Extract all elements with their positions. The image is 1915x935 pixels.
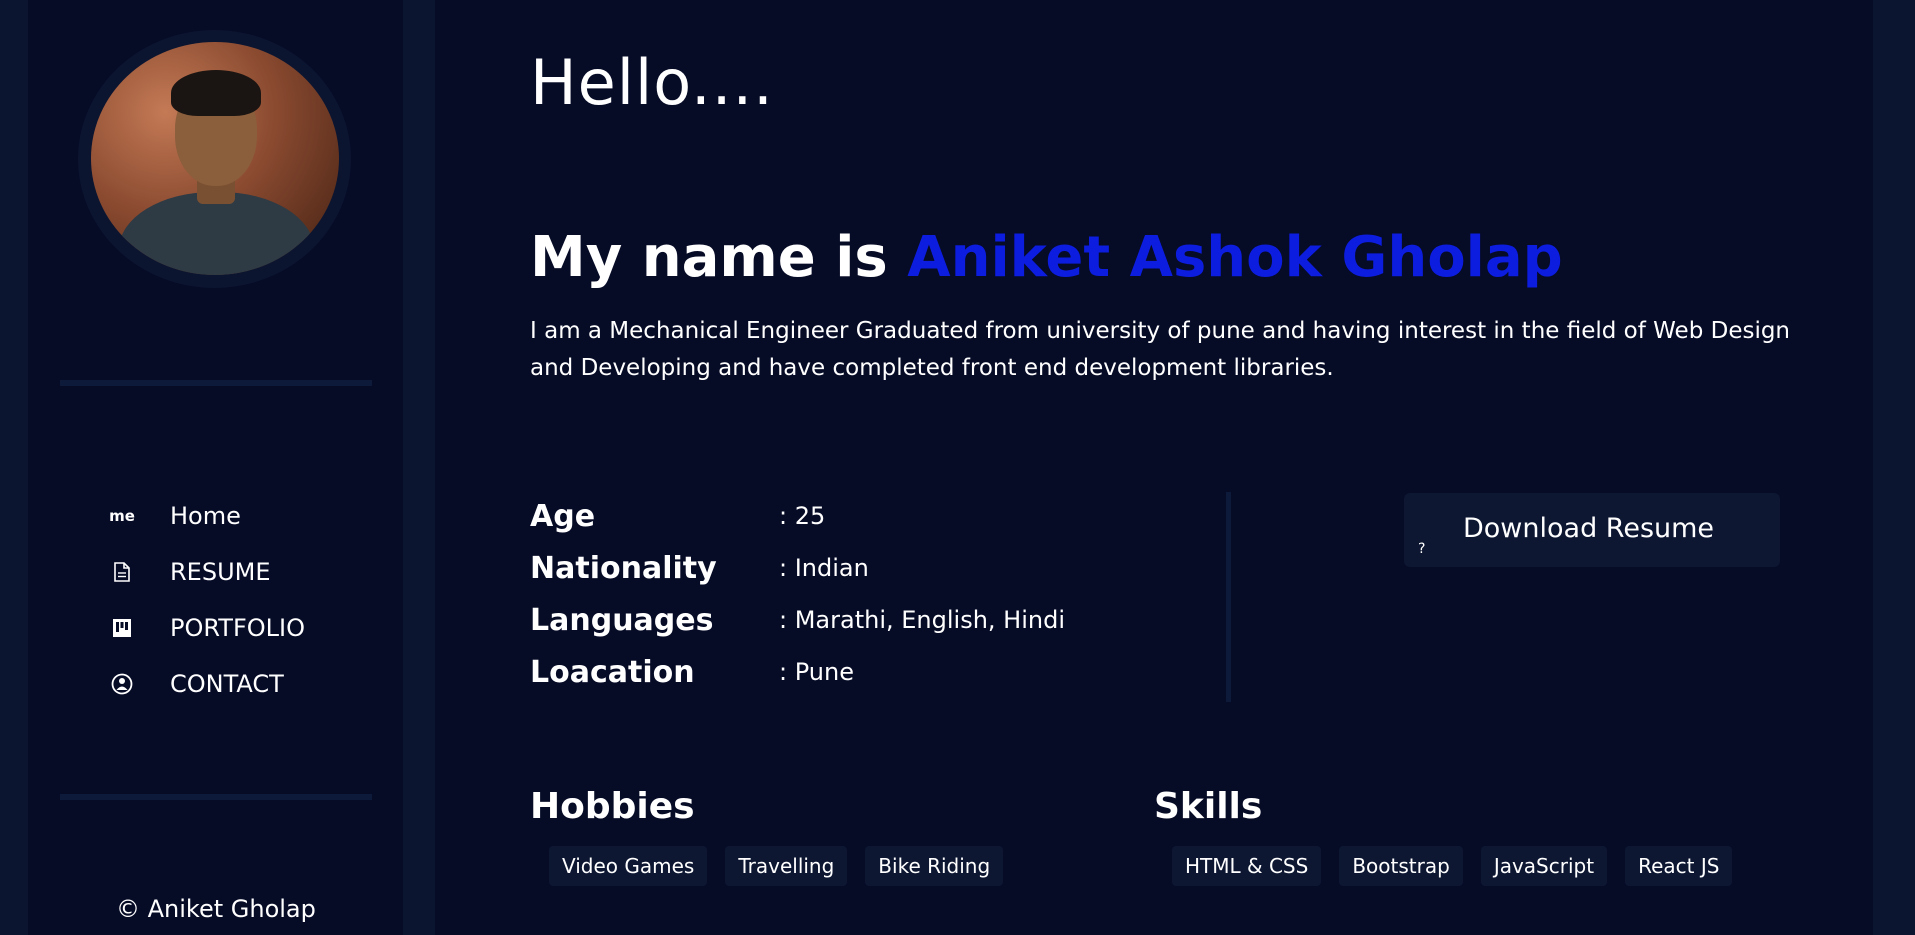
hobby-tag[interactable]: Bike Riding [865, 846, 1004, 886]
skills-title: Skills [1154, 786, 1263, 827]
full-name: Aniket Ashok Gholap [907, 225, 1563, 290]
me-icon: me [109, 507, 135, 525]
greeting-heading: Hello.... [530, 46, 774, 119]
skill-tag[interactable]: HTML & CSS [1172, 846, 1322, 886]
main-content: Hello.... My name is Aniket Ashok Gholap… [435, 0, 1873, 935]
sidebar-gap [403, 0, 435, 935]
hobbies-tags: Video Games Travelling Bike Riding [549, 846, 1021, 886]
skills-tags: HTML & CSS Bootstrap JavaScript React JS [1172, 846, 1750, 886]
info-row-languages: Languages : Marathi, English, Hindi [530, 594, 1065, 646]
info-value: : 25 [779, 502, 826, 530]
info-separator [1226, 492, 1231, 702]
sidebar-nav: me Home RESUME PORTFOLIO CONTACT [108, 488, 305, 712]
avatar-body [119, 192, 314, 275]
nav-item-contact[interactable]: CONTACT [108, 656, 305, 712]
personal-info: Age : 25 Nationality : Indian Languages … [530, 490, 1065, 698]
skill-tag[interactable]: Bootstrap [1339, 846, 1463, 886]
name-prefix: My name is [530, 225, 908, 290]
sidebar: me Home RESUME PORTFOLIO CONTACT © Anike… [28, 0, 403, 935]
skill-tag[interactable]: JavaScript [1480, 846, 1608, 886]
download-icon: ? [1418, 541, 1426, 557]
copyright-text: © Aniket Gholap [116, 895, 316, 923]
nav-label-resume: RESUME [170, 558, 271, 586]
info-row-nationality: Nationality : Indian [530, 542, 1065, 594]
info-label: Loacation [530, 654, 695, 690]
info-label: Age [530, 498, 596, 534]
page-margin-left [0, 0, 28, 935]
download-resume-button[interactable]: ? Download Resume [1404, 493, 1780, 567]
avatar-hair [171, 70, 261, 116]
sidebar-divider-bottom [60, 794, 372, 800]
info-value: : Pune [779, 658, 854, 686]
info-value: : Indian [779, 554, 869, 582]
info-value: : Marathi, English, Hindi [779, 606, 1065, 634]
hobby-tag[interactable]: Travelling [725, 846, 848, 886]
nav-item-portfolio[interactable]: PORTFOLIO [108, 600, 305, 656]
skill-tag[interactable]: React JS [1625, 846, 1733, 886]
hobby-tag[interactable]: Video Games [549, 846, 708, 886]
page-margin-right [1873, 0, 1915, 935]
download-resume-label: Download Resume [1463, 513, 1715, 544]
portfolio-icon [108, 614, 136, 642]
nav-label-home: Home [170, 502, 241, 530]
sidebar-divider-top [60, 380, 372, 386]
name-heading: My name is Aniket Ashok Gholap [530, 225, 1563, 290]
nav-label-portfolio: PORTFOLIO [170, 614, 305, 642]
nav-item-resume[interactable]: RESUME [108, 544, 305, 600]
intro-paragraph: I am a Mechanical Engineer Graduated fro… [530, 318, 1791, 381]
hobbies-title: Hobbies [530, 786, 695, 827]
document-icon [108, 558, 136, 586]
nav-item-home[interactable]: me Home [108, 488, 305, 544]
info-row-location: Loacation : Pune [530, 646, 1065, 698]
info-label: Nationality [530, 550, 717, 586]
info-row-age: Age : 25 [530, 490, 1065, 542]
nav-label-contact: CONTACT [170, 670, 284, 698]
info-label: Languages [530, 602, 714, 638]
contact-icon [108, 670, 136, 698]
avatar [91, 42, 339, 275]
